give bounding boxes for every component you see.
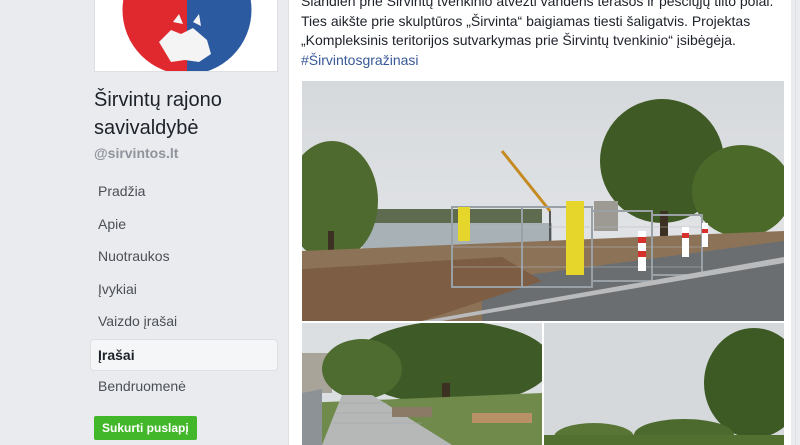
post-photo-3[interactable] xyxy=(544,323,784,445)
park-photo xyxy=(544,323,784,445)
nav-item-events[interactable]: Įvykiai xyxy=(90,274,278,306)
nav-item-about[interactable]: Apie xyxy=(90,209,278,241)
page-nav: Pradžia Apie Nuotraukos Įvykiai Vaizdo į… xyxy=(90,176,278,404)
post-text-line: Ties aikšte prie skulptūros „Širvinta“ b… xyxy=(301,12,751,29)
create-page-button[interactable]: Sukurti puslapį xyxy=(94,416,197,440)
scroll-edge xyxy=(791,0,795,445)
coat-of-arms-logo xyxy=(119,0,255,71)
construction-photo xyxy=(302,81,784,321)
page-handle: @sirvintos.lt xyxy=(94,145,179,161)
post-photo-2[interactable] xyxy=(302,323,542,445)
nav-item-videos[interactable]: Vaizdo įrašai xyxy=(90,306,278,338)
hashtag-link[interactable]: #Širvintosgražinasi xyxy=(301,52,419,68)
left-column: Širvintų rajono savivaldybė @sirvintos.l… xyxy=(0,0,288,445)
nav-item-community[interactable]: Bendruomenė xyxy=(90,371,278,403)
nav-item-photos[interactable]: Nuotraukos xyxy=(90,241,278,273)
post-photo-main[interactable] xyxy=(302,81,784,321)
profile-picture[interactable] xyxy=(94,0,278,72)
sidewalk-photo xyxy=(302,323,542,445)
post-card: Šiandien prie Širvintų tvenkinio atvežti… xyxy=(288,0,796,445)
nav-item-posts[interactable]: Įrašai xyxy=(90,338,278,371)
post-text-line: Šiandien prie Širvintų tvenkinio atvežti… xyxy=(301,0,774,9)
post-text: Šiandien prie Širvintų tvenkinio atvežti… xyxy=(301,0,791,70)
post-text-line: „Kompleksinis teritorijos sutvarkymas pr… xyxy=(301,32,736,48)
page-name[interactable]: Širvintų rajono savivaldybė xyxy=(94,86,284,142)
nav-item-home[interactable]: Pradžia xyxy=(90,176,278,208)
